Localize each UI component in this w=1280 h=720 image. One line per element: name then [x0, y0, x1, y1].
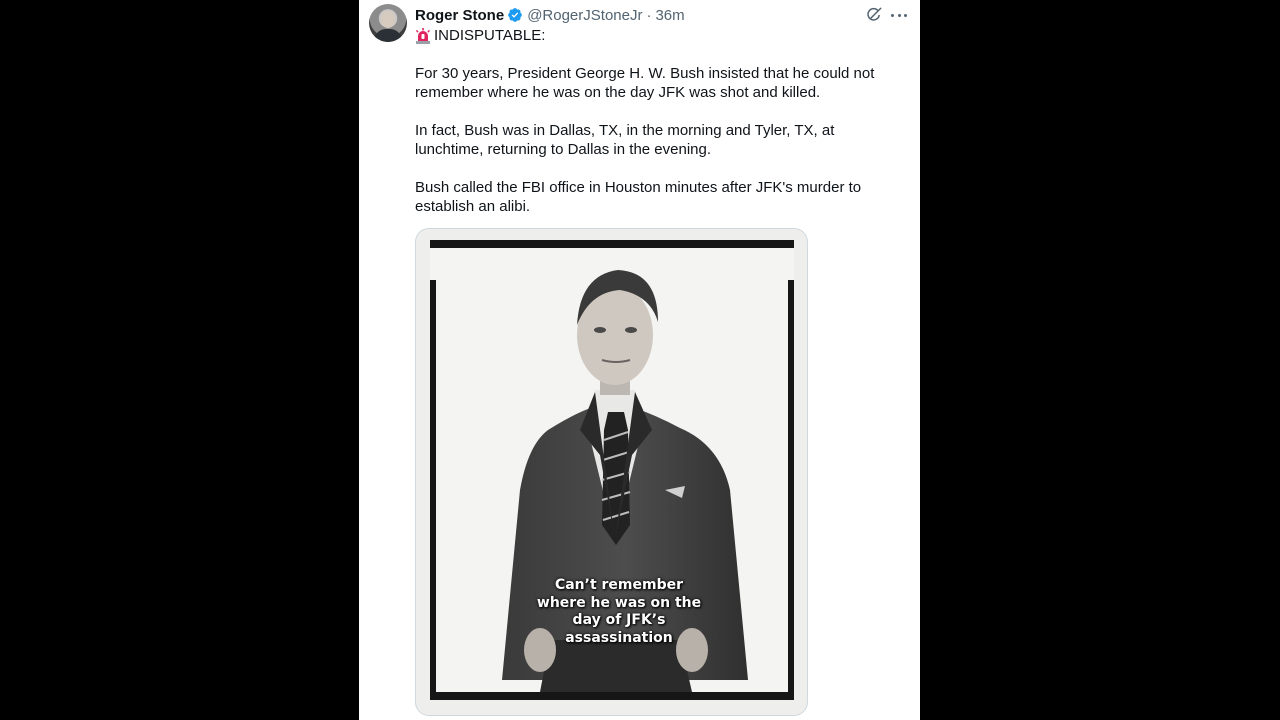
alert-line: INDISPUTABLE: [415, 27, 545, 45]
rotating-light-icon [415, 28, 431, 44]
verified-badge-icon[interactable] [507, 7, 523, 23]
avatar-face [381, 11, 395, 28]
author-handle[interactable]: @RogerJStoneJr [527, 7, 642, 24]
grok-icon[interactable] [865, 6, 883, 24]
more-options-icon[interactable] [891, 6, 907, 24]
header-separator: · [646, 6, 652, 24]
more-dot-icon [904, 13, 907, 17]
avatar-suit [374, 29, 402, 42]
post-paragraph: For 30 years, President George H. W. Bus… [415, 65, 875, 101]
post-timestamp[interactable]: 36m [655, 7, 684, 24]
video-frame: Roger Stone @RogerJStoneJr · 36m INDISPU… [0, 0, 1280, 720]
post-image[interactable]: Can’t remember where he was on the day o… [415, 228, 808, 716]
alert-text: INDISPUTABLE: [434, 27, 546, 44]
author-display-name[interactable]: Roger Stone [415, 7, 504, 24]
post-paragraph: In fact, Bush was in Dallas, TX, in the … [415, 122, 835, 158]
tweet-card[interactable]: Roger Stone @RogerJStoneJr · 36m INDISPU… [359, 0, 920, 720]
more-dot-icon [891, 13, 894, 17]
post-paragraph: Bush called the FBI office in Houston mi… [415, 179, 862, 215]
author-avatar[interactable] [369, 4, 407, 42]
tweet-header: Roger Stone @RogerJStoneJr · 36m [415, 5, 685, 25]
photograph: Can’t remember where he was on the day o… [430, 240, 794, 700]
more-dot-icon [897, 13, 901, 17]
image-caption: Can’t remember where he was on the day o… [536, 577, 702, 646]
